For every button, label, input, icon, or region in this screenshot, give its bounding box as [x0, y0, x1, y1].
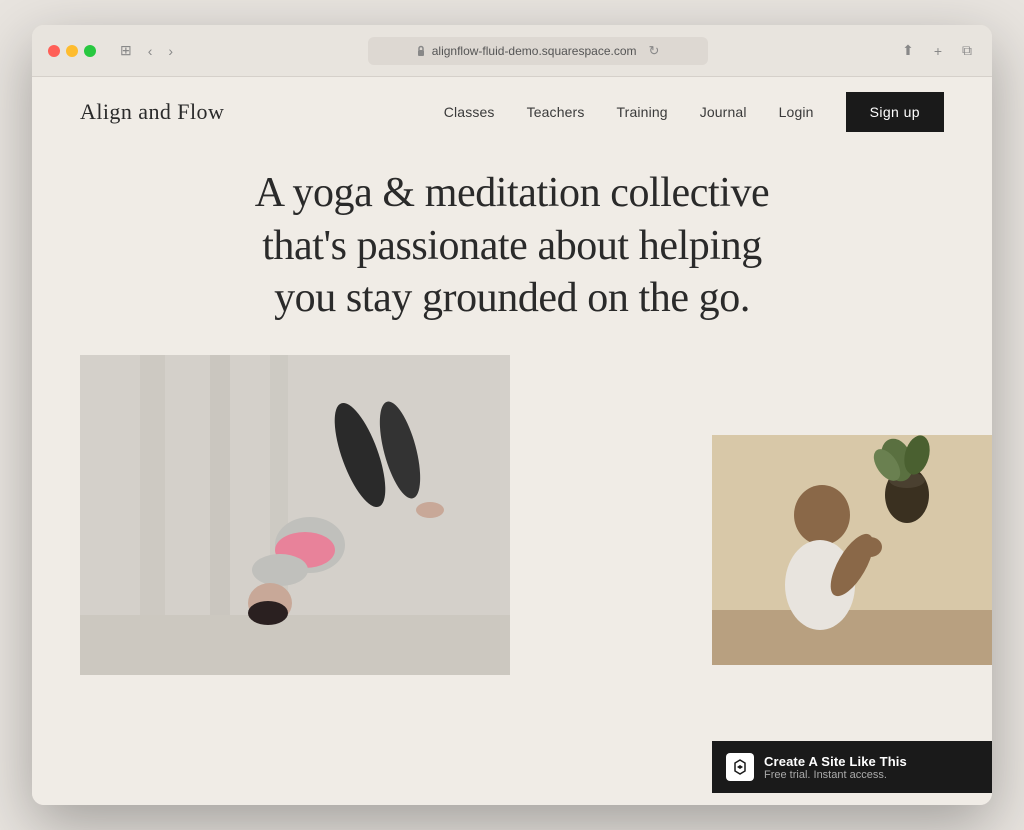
- hero-section: A yoga & meditation collective that's pa…: [32, 147, 992, 355]
- window-controls: ⊞ ‹ ›: [116, 40, 177, 61]
- maximize-button[interactable]: [84, 45, 96, 57]
- nav-journal[interactable]: Journal: [700, 104, 747, 120]
- nav-login[interactable]: Login: [779, 104, 814, 120]
- squarespace-badge-title: Create A Site Like This: [764, 754, 907, 769]
- squarespace-badge-text: Create A Site Like This Free trial. Inst…: [764, 754, 907, 781]
- copy-button[interactable]: ⧉: [958, 40, 976, 61]
- share-button[interactable]: ⬆: [898, 40, 918, 61]
- squarespace-badge[interactable]: Create A Site Like This Free trial. Inst…: [712, 741, 992, 793]
- refresh-icon[interactable]: ↻: [649, 43, 660, 59]
- yoga-pose-image: [80, 355, 510, 675]
- lock-icon: [416, 45, 426, 57]
- forward-button[interactable]: ›: [164, 40, 177, 61]
- sidebar-toggle-button[interactable]: ⊞: [116, 40, 136, 61]
- nav-classes[interactable]: Classes: [444, 104, 495, 120]
- address-bar[interactable]: alignflow-fluid-demo.squarespace.com ↻: [368, 37, 708, 65]
- site-nav: Classes Teachers Training Journal Login …: [444, 92, 944, 132]
- hero-headline: A yoga & meditation collective that's pa…: [232, 167, 792, 325]
- yoga-pose-illustration: [80, 355, 510, 675]
- minimize-button[interactable]: [66, 45, 78, 57]
- browser-chrome: ⊞ ‹ › alignflow-fluid-demo.squarespace.c…: [32, 25, 992, 77]
- website-content: Align and Flow Classes Teachers Training…: [32, 77, 992, 805]
- new-tab-button[interactable]: +: [930, 40, 946, 61]
- images-section: Create A Site Like This Free trial. Inst…: [32, 355, 992, 806]
- squarespace-logo: [726, 753, 754, 781]
- close-button[interactable]: [48, 45, 60, 57]
- site-logo: Align and Flow: [80, 99, 224, 125]
- nav-teachers[interactable]: Teachers: [527, 104, 585, 120]
- squarespace-badge-subtitle: Free trial. Instant access.: [764, 769, 907, 781]
- meditation-image: [712, 435, 992, 665]
- address-bar-container: alignflow-fluid-demo.squarespace.com ↻: [189, 37, 886, 65]
- url-text: alignflow-fluid-demo.squarespace.com: [432, 44, 637, 58]
- traffic-lights: [48, 45, 96, 57]
- browser-window: ⊞ ‹ › alignflow-fluid-demo.squarespace.c…: [32, 25, 992, 805]
- site-header: Align and Flow Classes Teachers Training…: [32, 77, 992, 147]
- squarespace-logo-icon: [731, 758, 749, 776]
- browser-actions: ⬆ + ⧉: [898, 40, 976, 61]
- signup-button[interactable]: Sign up: [846, 92, 944, 132]
- meditation-illustration: [712, 435, 992, 665]
- back-button[interactable]: ‹: [144, 40, 157, 61]
- nav-training[interactable]: Training: [617, 104, 668, 120]
